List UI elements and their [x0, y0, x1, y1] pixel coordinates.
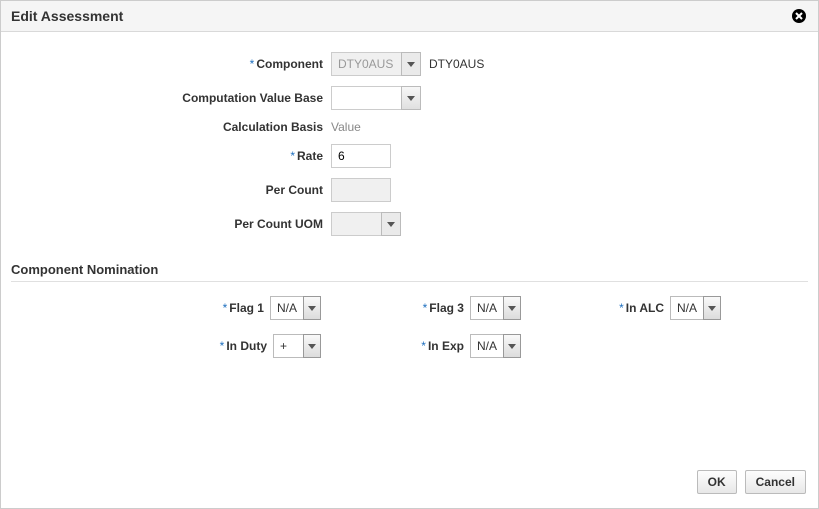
dialog-content: *Component DTY0AUS Computation Value Bas…: [1, 32, 818, 460]
row-comp-value-base: Computation Value Base: [11, 86, 808, 110]
label-component: *Component: [11, 57, 331, 71]
chevron-down-icon: [708, 306, 716, 311]
label-calc-basis: Calculation Basis: [11, 120, 331, 134]
required-marker: *: [290, 149, 297, 163]
component-display: DTY0AUS: [429, 57, 484, 71]
nom-flag3: *Flag 3 N/A: [361, 296, 521, 320]
dialog-title: Edit Assessment: [11, 8, 123, 24]
label-in-duty: *In Duty: [161, 339, 273, 353]
label-per-count-uom: Per Count UOM: [11, 217, 331, 231]
label-in-exp: *In Exp: [361, 339, 470, 353]
per-count-uom-dropdown-button: [381, 212, 401, 236]
in-alc-select[interactable]: N/A: [670, 296, 721, 320]
label-rate: *Rate: [11, 149, 331, 163]
rate-input[interactable]: [331, 144, 391, 168]
row-rate: *Rate: [11, 144, 808, 168]
chevron-down-icon: [308, 306, 316, 311]
flag3-select[interactable]: N/A: [470, 296, 521, 320]
flag3-dropdown-button[interactable]: [503, 296, 521, 320]
comp-value-base-dropdown-button[interactable]: [401, 86, 421, 110]
row-component: *Component DTY0AUS: [11, 52, 808, 76]
label-per-count: Per Count: [11, 183, 331, 197]
calc-basis-value: Value: [331, 120, 361, 134]
chevron-down-icon: [508, 306, 516, 311]
component-dropdown-button: [401, 52, 421, 76]
edit-assessment-dialog: Edit Assessment *Component: [0, 0, 819, 509]
label-flag1: *Flag 1: [161, 301, 270, 315]
in-exp-value: N/A: [470, 334, 503, 358]
row-calc-basis: Calculation Basis Value: [11, 120, 808, 134]
flag3-value: N/A: [470, 296, 503, 320]
cancel-button[interactable]: Cancel: [745, 470, 806, 494]
required-marker: *: [421, 339, 428, 353]
chevron-down-icon: [308, 344, 316, 349]
comp-value-base-combo[interactable]: [331, 86, 421, 110]
form-region: *Component DTY0AUS Computation Value Bas…: [11, 42, 808, 256]
required-marker: *: [619, 301, 626, 315]
chevron-down-icon: [387, 222, 395, 227]
component-combo: [331, 52, 421, 76]
per-count-uom-combo: [331, 212, 401, 236]
flag1-select[interactable]: N/A: [270, 296, 321, 320]
dialog-footer: OK Cancel: [1, 460, 818, 508]
nomination-grid: *Flag 1 N/A *Flag 3 N/A *In ALC: [11, 296, 808, 358]
per-count-uom-input: [331, 212, 381, 236]
flag1-dropdown-button[interactable]: [303, 296, 321, 320]
component-input: [331, 52, 401, 76]
in-duty-value: +: [273, 334, 303, 358]
chevron-down-icon: [407, 96, 415, 101]
chevron-down-icon: [407, 62, 415, 67]
in-exp-dropdown-button[interactable]: [503, 334, 521, 358]
label-comp-value-base: Computation Value Base: [11, 91, 331, 105]
in-duty-select[interactable]: +: [273, 334, 321, 358]
label-flag3: *Flag 3: [361, 301, 470, 315]
ok-button[interactable]: OK: [697, 470, 737, 494]
section-component-nomination: Component Nomination: [11, 256, 808, 282]
comp-value-base-input[interactable]: [331, 86, 401, 110]
row-per-count-uom: Per Count UOM: [11, 212, 808, 236]
in-alc-value: N/A: [670, 296, 703, 320]
in-exp-select[interactable]: N/A: [470, 334, 521, 358]
close-button[interactable]: [790, 7, 808, 25]
label-in-alc: *In ALC: [561, 301, 670, 315]
chevron-down-icon: [508, 344, 516, 349]
close-icon: [791, 8, 807, 24]
nom-flag1: *Flag 1 N/A: [161, 296, 321, 320]
value-component: DTY0AUS: [331, 52, 484, 76]
row-per-count: Per Count: [11, 178, 808, 202]
per-count-input: [331, 178, 391, 202]
nom-in-duty: *In Duty +: [161, 334, 321, 358]
titlebar: Edit Assessment: [1, 1, 818, 32]
nom-in-alc: *In ALC N/A: [561, 296, 721, 320]
in-duty-dropdown-button[interactable]: [303, 334, 321, 358]
flag1-value: N/A: [270, 296, 303, 320]
nom-in-exp: *In Exp N/A: [361, 334, 521, 358]
in-alc-dropdown-button[interactable]: [703, 296, 721, 320]
